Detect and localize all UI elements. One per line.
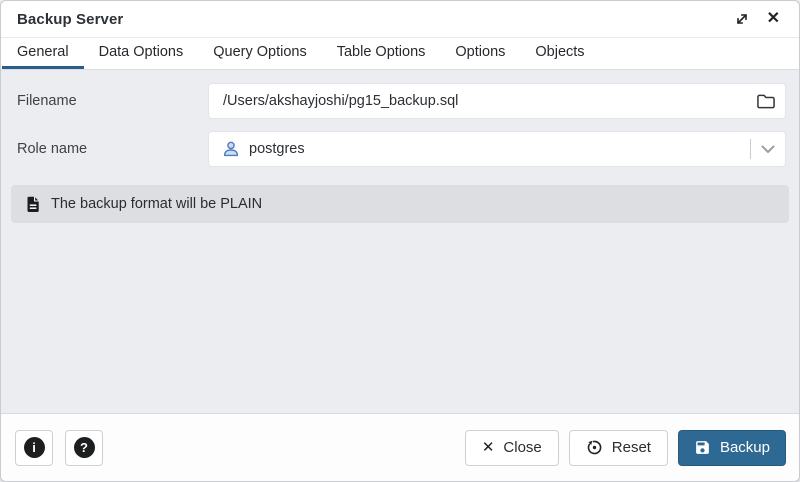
help-icon: ?: [74, 437, 95, 458]
tab-options[interactable]: Options: [440, 38, 520, 69]
general-tab-panel: Filename Role name: [1, 70, 799, 413]
role-name-select[interactable]: postgres: [208, 131, 786, 167]
role-name-row: Role name postgres: [17, 131, 786, 167]
info-button[interactable]: i: [15, 430, 53, 466]
filename-label: Filename: [17, 93, 208, 109]
tabbar: General Data Options Query Options Table…: [1, 38, 799, 70]
backup-button-label: Backup: [720, 439, 770, 456]
filename-row: Filename: [17, 83, 786, 119]
close-button[interactable]: ✕ Close: [465, 430, 559, 466]
close-icon: ✕: [767, 11, 780, 27]
tab-general[interactable]: General: [2, 38, 84, 69]
tab-data-options[interactable]: Data Options: [84, 38, 199, 69]
dialog-title: Backup Server: [17, 11, 123, 28]
footer: i ? ✕ Close Reset: [1, 413, 799, 481]
close-button-label: Close: [503, 439, 541, 456]
tab-objects[interactable]: Objects: [520, 38, 599, 69]
info-icon: i: [24, 437, 45, 458]
document-icon: [26, 196, 40, 213]
close-dialog-button[interactable]: ✕: [765, 9, 782, 29]
notice-banner: The backup format will be PLAIN: [11, 185, 789, 223]
role-name-value: postgres: [249, 141, 750, 157]
filename-input[interactable]: [209, 84, 747, 118]
role-name-label: Role name: [17, 141, 208, 157]
reset-button[interactable]: Reset: [569, 430, 668, 466]
expand-button[interactable]: [732, 9, 752, 29]
user-icon: [222, 140, 240, 158]
reset-icon: [586, 439, 603, 456]
tab-query-options[interactable]: Query Options: [198, 38, 322, 69]
expand-icon: [734, 11, 750, 27]
chevron-down-icon: [751, 145, 785, 154]
close-x-icon: ✕: [482, 440, 495, 455]
titlebar: Backup Server ✕: [1, 1, 799, 38]
folder-icon: [756, 93, 776, 110]
backup-server-dialog: Backup Server ✕ General Data Options Que…: [0, 0, 800, 482]
backup-button[interactable]: Backup: [678, 430, 786, 466]
tab-table-options[interactable]: Table Options: [322, 38, 441, 69]
reset-button-label: Reset: [612, 439, 651, 456]
footer-actions: ✕ Close Reset Ba: [465, 430, 786, 466]
notice-text: The backup format will be PLAIN: [51, 196, 262, 212]
save-icon: [694, 439, 711, 456]
filename-control: [208, 83, 786, 119]
titlebar-actions: ✕: [732, 9, 782, 29]
help-button[interactable]: ?: [65, 430, 103, 466]
browse-file-button[interactable]: [747, 84, 785, 118]
